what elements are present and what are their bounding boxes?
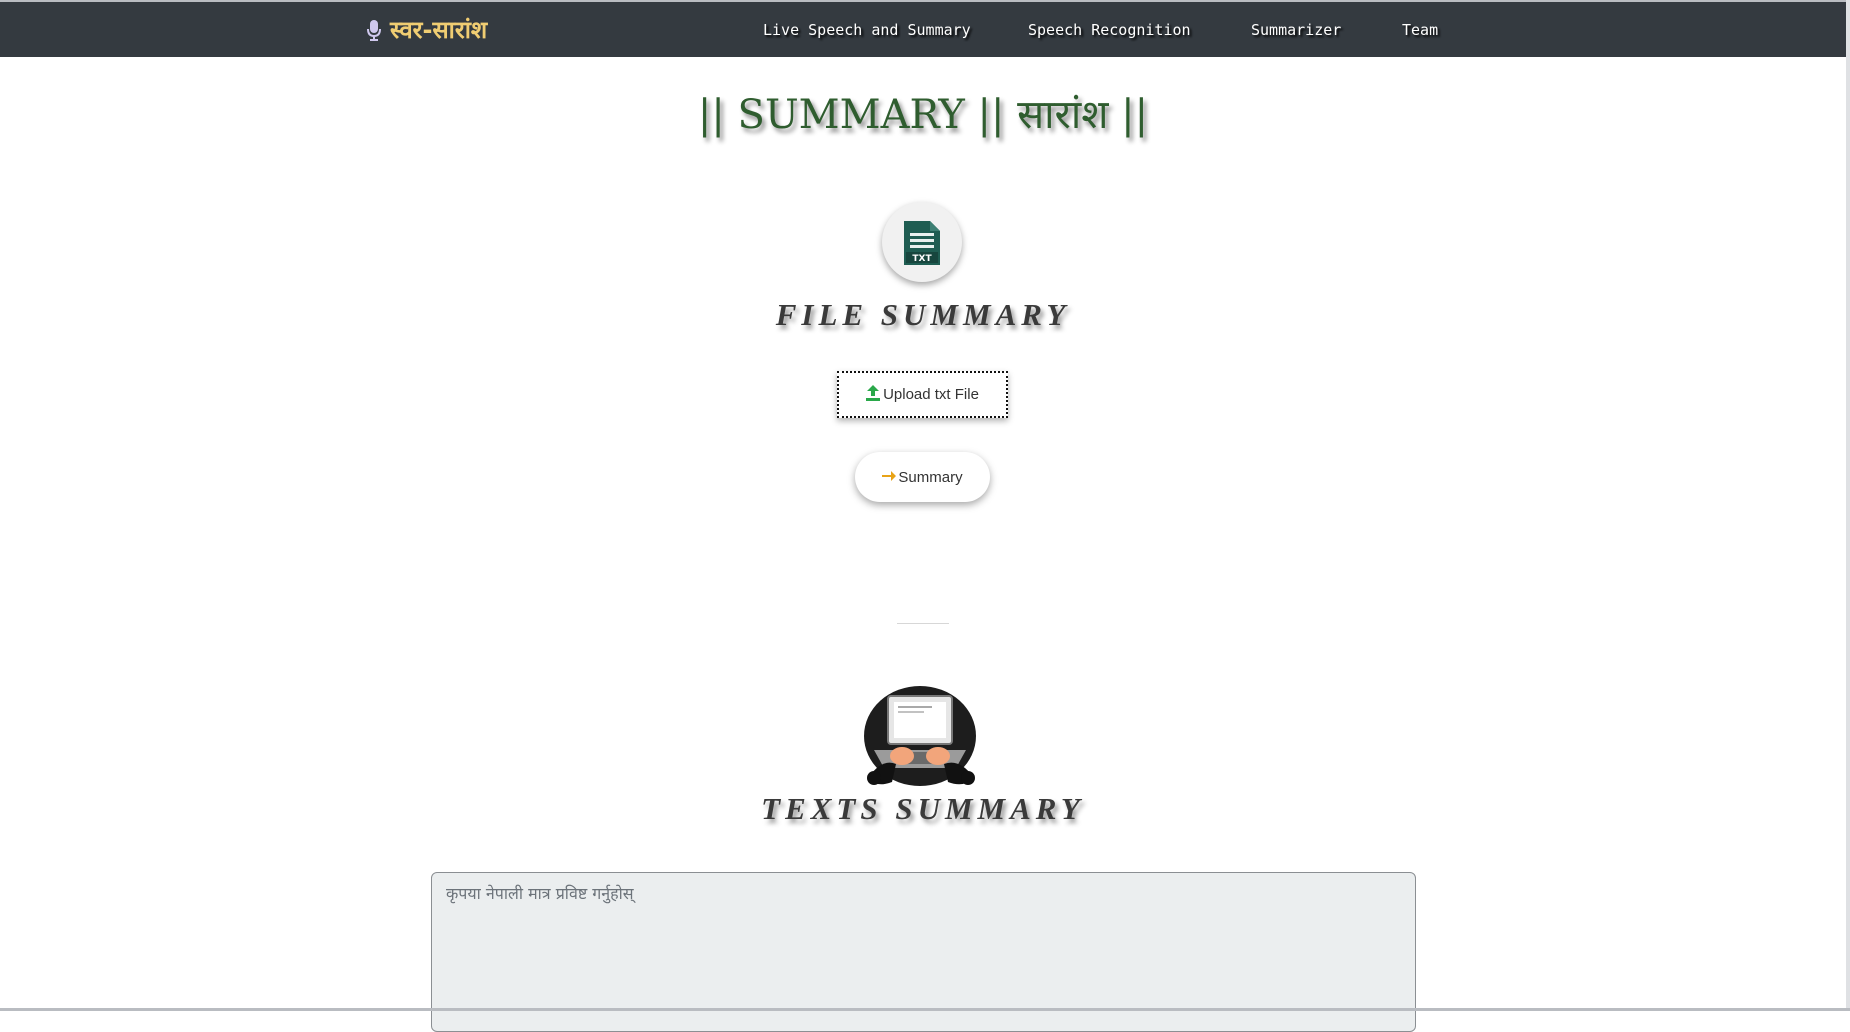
- summary-button-label: Summary: [898, 468, 963, 486]
- microphone-icon: [366, 19, 382, 41]
- nav-link-speech-recognition[interactable]: Speech Recognition: [1028, 2, 1191, 57]
- scrollbar[interactable]: [1846, 0, 1850, 1011]
- upload-icon: [866, 384, 881, 405]
- brand-label: स्वर-सारांश: [390, 16, 488, 44]
- arrow-right-icon: [882, 469, 897, 486]
- section-divider: [897, 623, 949, 624]
- texts-summary-heading: TEXTS SUMMARY: [761, 791, 1085, 826]
- txt-file-badge: TXT: [882, 202, 962, 282]
- upload-txt-file-button[interactable]: Upload txt File: [837, 371, 1008, 418]
- textarea-placeholder: कृपया नेपाली मात्र प्रविष्ट गर्नुहोस्: [446, 884, 634, 903]
- txt-icon-label: TXT: [912, 254, 932, 264]
- page-title: || SUMMARY || सारांश ||: [697, 92, 1149, 138]
- laptop-typing-illustration: [862, 686, 980, 794]
- nav-link-live-speech[interactable]: Live Speech and Summary: [763, 2, 971, 57]
- file-summary-heading: FILE SUMMARY: [775, 297, 1071, 332]
- summary-button[interactable]: Summary: [855, 452, 990, 502]
- txt-file-icon: TXT: [904, 221, 940, 265]
- upload-button-label: Upload txt File: [883, 386, 979, 403]
- nav-link-summarizer[interactable]: Summarizer: [1251, 2, 1341, 57]
- nav-link-team[interactable]: Team: [1402, 2, 1438, 57]
- navbar: स्वर-सारांश Live Speech and Summary Spee…: [0, 2, 1846, 57]
- brand[interactable]: स्वर-सारांश: [366, 2, 487, 57]
